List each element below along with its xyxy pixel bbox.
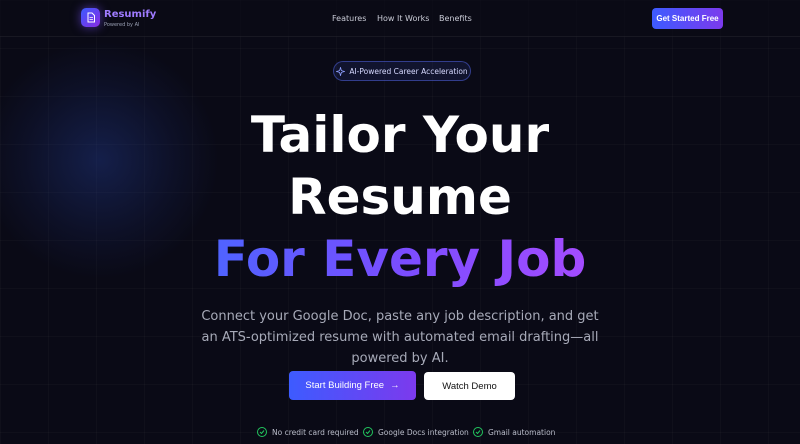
get-started-button[interactable]: Get Started Free xyxy=(652,8,723,29)
ai-badge: AI-Powered Career Acceleration xyxy=(333,61,471,81)
start-building-label: Start Building Free xyxy=(305,380,385,391)
sparkle-icon xyxy=(336,66,346,76)
hero-title-line-1: Tailor Your xyxy=(250,106,550,164)
brand-tagline: Powered by AI xyxy=(104,22,140,28)
brand-name[interactable]: Resumify xyxy=(104,9,156,20)
feature-label: Gmail automation xyxy=(488,427,556,437)
check-circle-icon xyxy=(363,427,373,437)
ai-badge-label: AI-Powered Career Acceleration xyxy=(349,66,468,76)
hero-title-line-2: Resume xyxy=(288,168,512,226)
logo[interactable] xyxy=(81,8,100,27)
nav-link-benefits[interactable]: Benefits xyxy=(439,14,472,23)
document-icon xyxy=(87,12,95,23)
check-circle-icon xyxy=(473,427,483,437)
feature-item-no-credit-card: No credit card required xyxy=(257,427,359,437)
navbar: Resumify Powered by AI Features How It W… xyxy=(0,0,800,37)
hero-title-line-3: For Every Job xyxy=(0,234,800,284)
hero-subtitle: Connect your Google Doc, paste any job d… xyxy=(201,309,599,366)
nav-link-features[interactable]: Features xyxy=(332,14,366,23)
nav-link-how-it-works[interactable]: How It Works xyxy=(377,14,429,23)
feature-label: Google Docs integration xyxy=(378,427,469,437)
feature-item-google-docs: Google Docs integration xyxy=(363,427,469,437)
feature-label: No credit card required xyxy=(272,427,359,437)
feature-item-gmail: Gmail automation xyxy=(473,427,555,437)
watch-demo-button[interactable]: Watch Demo xyxy=(424,372,515,400)
start-building-button[interactable]: Start Building Free → xyxy=(289,371,416,400)
hero-title-gradient-text: For Every Job xyxy=(213,230,587,288)
check-circle-icon xyxy=(257,427,267,437)
arrow-right-icon: → xyxy=(390,380,400,391)
